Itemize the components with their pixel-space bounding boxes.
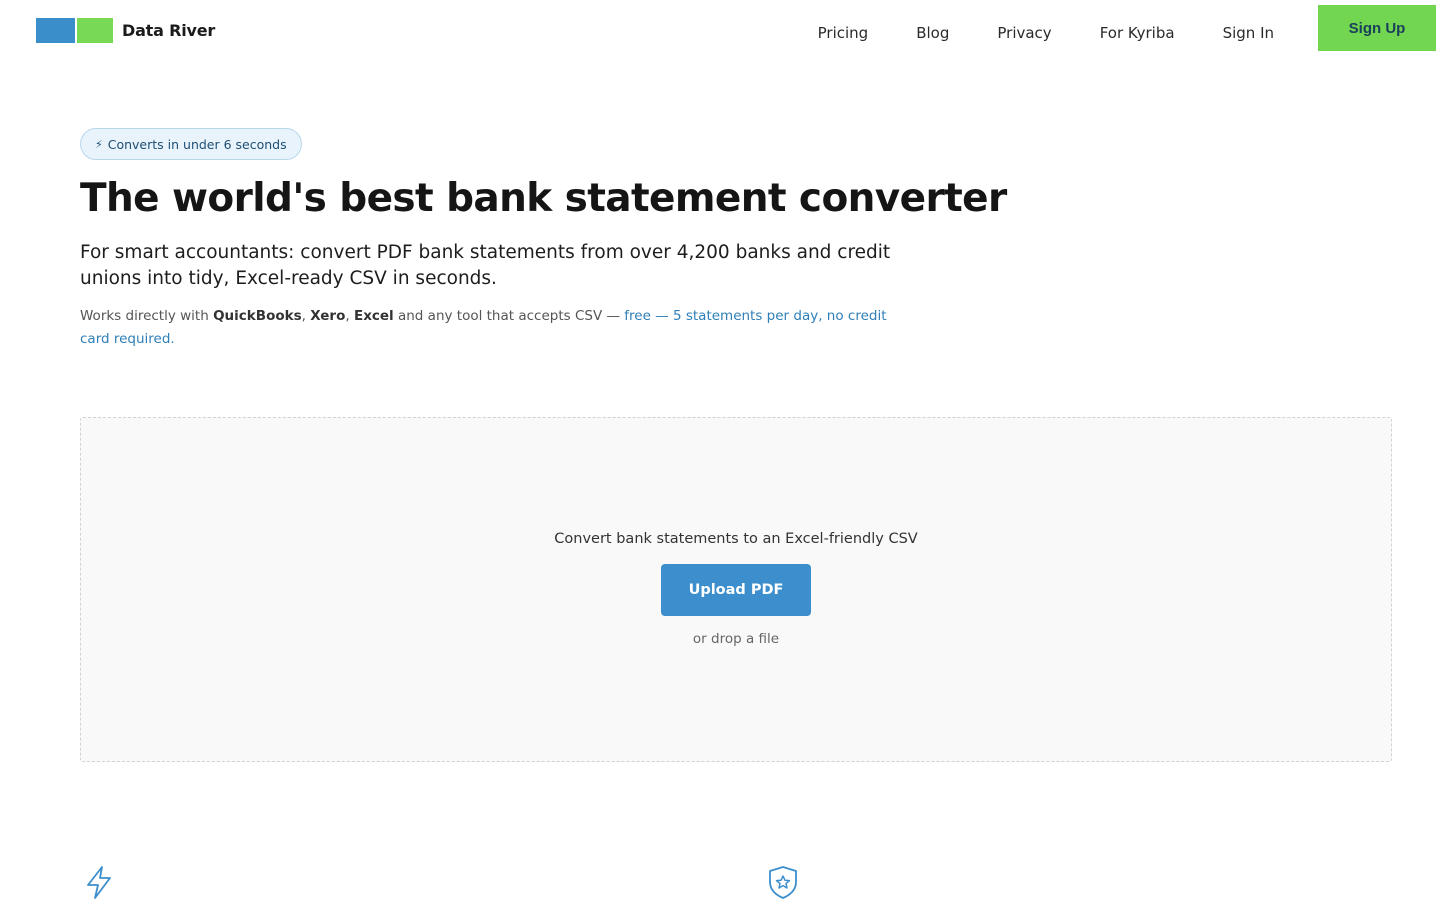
dropzone-title: Convert bank statements to an Excel-frie… — [554, 531, 918, 547]
note-prefix: Works directly with — [80, 308, 214, 324]
nav-privacy[interactable]: Privacy — [997, 20, 1051, 42]
drop-file-hint: or drop a file — [692, 631, 780, 647]
shield-star-icon — [769, 866, 797, 899]
note-separator: , — [345, 308, 354, 324]
upload-pdf-button[interactable]: Upload PDF — [661, 564, 811, 616]
speed-badge: ⚡ Converts in under 6 seconds — [80, 128, 302, 160]
site-header: Data River Pricing Blog Privacy For Kyri… — [0, 0, 1440, 62]
tool-xero: Xero — [310, 308, 346, 324]
logo-green-block — [77, 18, 113, 43]
lightning-icon: ⚡ — [95, 137, 103, 151]
hero-note: Works directly with QuickBooks, Xero, Ex… — [80, 305, 920, 351]
main-nav: Pricing Blog Privacy For Kyriba Sign In … — [818, 0, 1436, 62]
sign-up-button[interactable]: Sign Up — [1318, 5, 1436, 51]
nav-blog[interactable]: Blog — [916, 20, 949, 42]
logo-blue-block — [36, 18, 75, 43]
brand-logo[interactable]: Data River — [36, 18, 215, 43]
page-title: The world's best bank statement converte… — [80, 176, 1007, 221]
note-separator: , — [301, 308, 311, 324]
nav-pricing[interactable]: Pricing — [818, 20, 869, 42]
speed-badge-label: Converts in under 6 seconds — [107, 136, 287, 152]
tool-quickbooks: QuickBooks — [213, 308, 302, 324]
lightning-icon — [87, 866, 111, 899]
tool-excel: Excel — [353, 308, 394, 324]
upload-dropzone[interactable]: Convert bank statements to an Excel-frie… — [80, 417, 1392, 762]
note-middle: and any tool that accepts CSV — — [393, 308, 625, 324]
brand-name: Data River — [122, 21, 216, 40]
nav-sign-in[interactable]: Sign In — [1223, 20, 1274, 42]
hero-subtitle: For smart accountants: convert PDF bank … — [80, 242, 891, 289]
nav-for-kyriba[interactable]: For Kyriba — [1100, 20, 1175, 42]
